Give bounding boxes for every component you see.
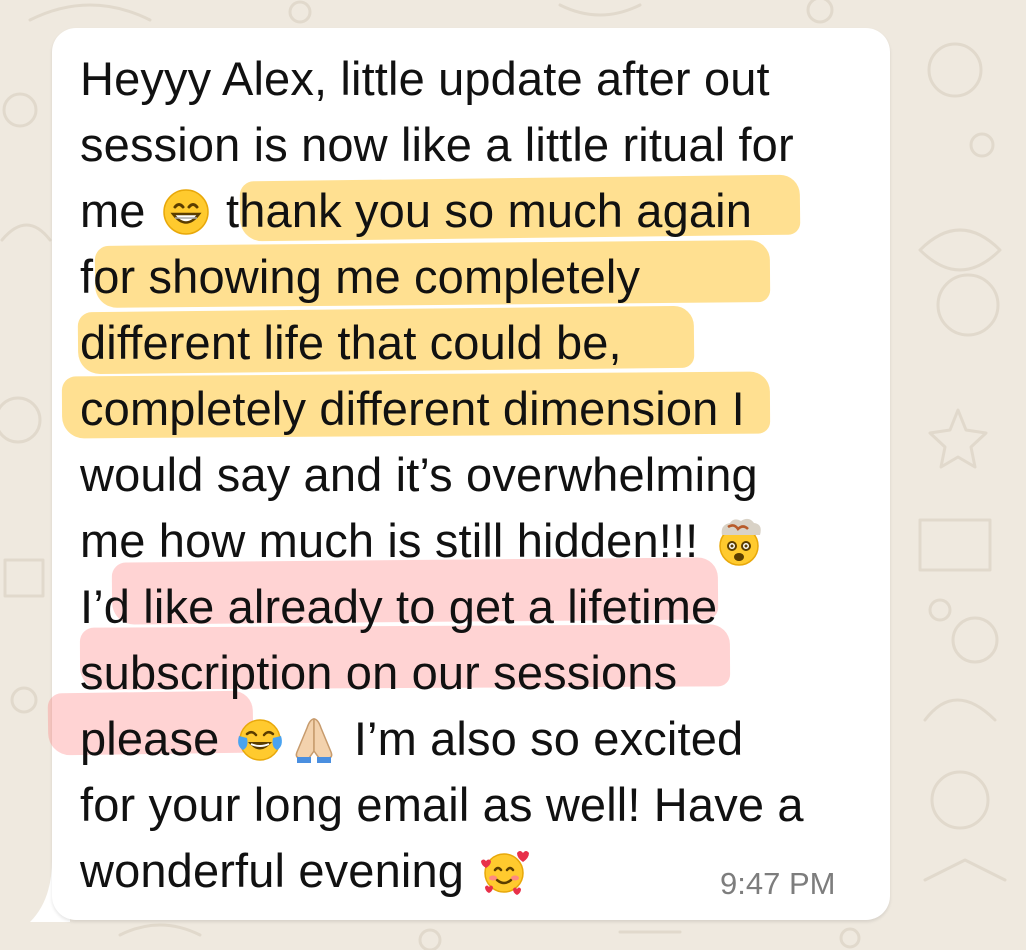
message-line-5-text: different life that could be,	[80, 316, 622, 369]
message-line-3-text-a: me	[80, 184, 159, 237]
message-line-12-text: for your long email as well! Have a	[80, 778, 804, 831]
exploding-head-icon	[718, 518, 761, 566]
message-line-1: Heyyy Alex, little update after out	[80, 46, 770, 112]
message-line-11-text-b: I’m also so excited	[340, 712, 744, 765]
message-line-6-text: completely different dimension I	[80, 382, 745, 435]
face-with-tears-of-joy-icon	[237, 719, 282, 761]
folded-hands-icon	[295, 718, 333, 763]
message-timestamp: 9:47 PM	[720, 866, 836, 901]
message-line-3-text-b: thank you so much again	[212, 184, 753, 237]
smiling-face-with-hearts-icon	[481, 851, 530, 895]
message-line-8-text: me how much is still hidden!!!	[80, 514, 712, 567]
message-line-7-text: would say and it’s overwhelming	[80, 448, 758, 501]
message-line-4: for showing me completely	[80, 244, 640, 310]
message-line-2-text: session is now like a little ritual for	[80, 118, 794, 171]
message-line-5: different life that could be,	[80, 310, 622, 376]
message-line-2: session is now like a little ritual for	[80, 112, 794, 178]
message-line-13-text: wonderful evening	[80, 844, 478, 897]
message-line-6: completely different dimension I	[80, 376, 745, 442]
message-line-4-text: for showing me completely	[80, 250, 641, 303]
message-line-11: please I’m also so excited	[80, 706, 743, 772]
grinning-face-with-smiling-eyes-icon	[163, 189, 209, 235]
message-line-12: for your long email as well! Have a	[80, 772, 804, 838]
message-line-9: I’d like already to get a lifetime	[80, 574, 717, 640]
message-line-1-text: Heyyy Alex, little update after out	[80, 52, 770, 105]
message-line-3: me thank you so much again	[80, 178, 752, 244]
message-line-9-text: I’d like already to get a lifetime	[80, 580, 718, 633]
message-line-8: me how much is still hidden!!!	[80, 508, 766, 574]
message-line-13: wonderful evening	[80, 838, 531, 904]
message-line-10-text: subscription on our sessions	[80, 646, 678, 699]
message-line-7: would say and it’s overwhelming	[80, 442, 758, 508]
message-line-10: subscription on our sessions	[80, 640, 677, 706]
message-line-11-text-a: please	[80, 712, 233, 765]
